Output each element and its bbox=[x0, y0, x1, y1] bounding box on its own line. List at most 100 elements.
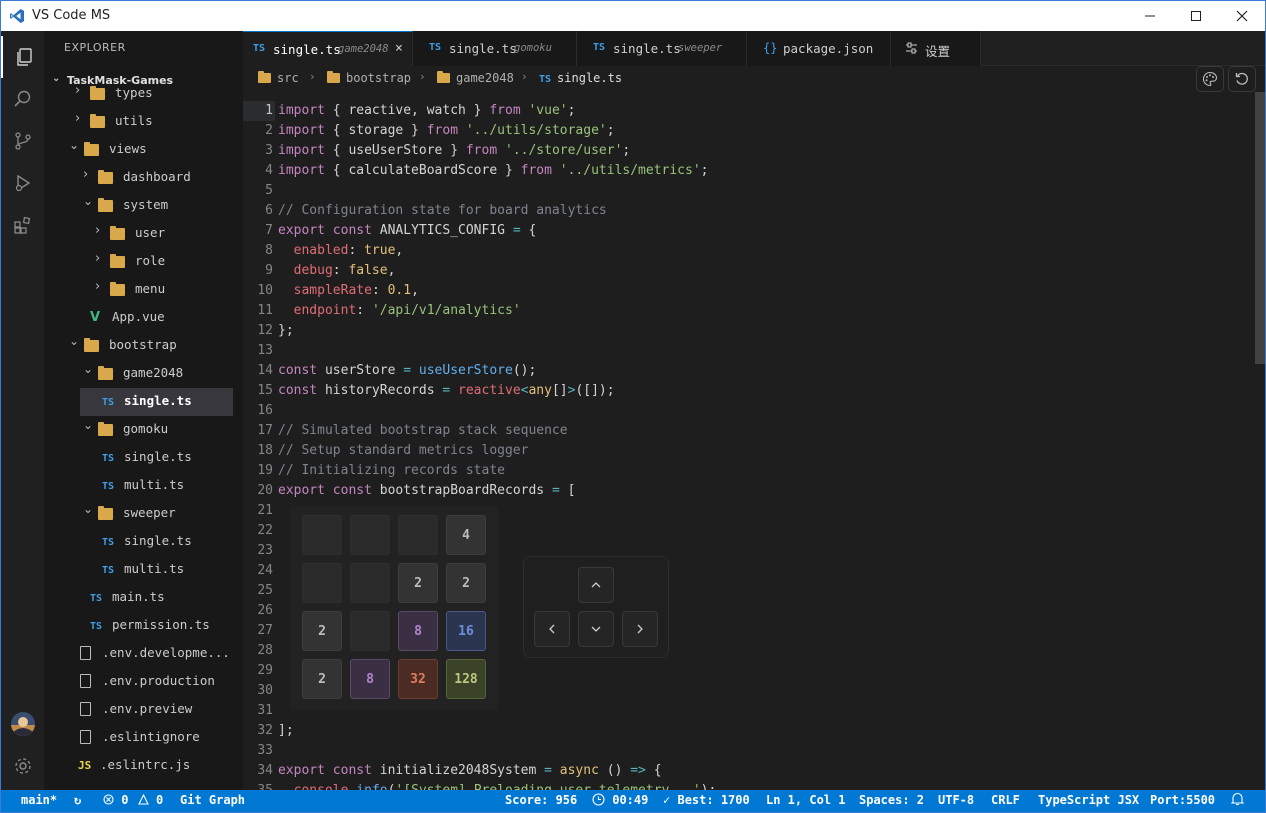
folder-item[interactable]: › utils bbox=[44, 108, 243, 134]
folder-item[interactable]: › types bbox=[44, 80, 243, 106]
tab-description: game2048 bbox=[338, 43, 389, 55]
eol-indicator[interactable]: CRLF bbox=[991, 793, 1020, 807]
file-type-icon bbox=[80, 646, 91, 664]
encoding-indicator[interactable]: UTF-8 bbox=[938, 793, 974, 807]
source-control-button[interactable] bbox=[1, 120, 44, 162]
line-number: 26 bbox=[257, 603, 273, 618]
folder-item[interactable]: › user bbox=[44, 220, 243, 246]
branch-indicator[interactable]: main* bbox=[21, 793, 57, 807]
code-line: import { useUserStore } from '../store/u… bbox=[278, 143, 631, 158]
file-item[interactable]: .env.production bbox=[44, 668, 243, 694]
game2048-board[interactable]: 4 2 2 2 8 16 2 8 32 128 bbox=[290, 506, 498, 711]
tab-package-json[interactable]: {} package.json bbox=[747, 31, 891, 66]
close-icon[interactable]: × bbox=[395, 41, 403, 56]
breadcrumb-item-game2048[interactable]: game2048 bbox=[437, 71, 514, 85]
tab-single-ts-gomoku[interactable]: TS single.ts gomoku bbox=[413, 31, 577, 66]
line-number: 32 bbox=[257, 723, 273, 738]
file-item[interactable]: TS multi.ts bbox=[44, 472, 243, 498]
close-window-button[interactable] bbox=[1219, 1, 1265, 31]
title-bar: VS Code MS bbox=[1, 1, 1265, 31]
file-item[interactable]: V App.vue bbox=[44, 304, 243, 330]
breadcrumb-item-bootstrap[interactable]: bootstrap bbox=[327, 71, 411, 85]
folder-icon bbox=[90, 86, 105, 104]
move-down-button[interactable] bbox=[578, 611, 614, 647]
tab-settings[interactable]: 设置 bbox=[891, 31, 981, 66]
file-item[interactable]: TS single.ts bbox=[44, 528, 243, 554]
line-number: 34 bbox=[257, 763, 273, 778]
cursor-position[interactable]: Ln 1, Col 1 bbox=[766, 793, 845, 807]
file-item[interactable]: .env.preview bbox=[44, 696, 243, 722]
tree-item-label: utils bbox=[115, 113, 153, 128]
live-server-port[interactable]: Port:5500 bbox=[1150, 793, 1215, 807]
file-item[interactable]: TS single.ts bbox=[44, 388, 243, 416]
file-item[interactable]: .eslintignore bbox=[44, 724, 243, 750]
typescript-file-icon: TS bbox=[102, 397, 115, 408]
folder-item[interactable]: › role bbox=[44, 248, 243, 274]
typescript-file-icon: TS bbox=[429, 42, 442, 53]
notifications-bell-icon[interactable] bbox=[1230, 792, 1245, 809]
move-left-button[interactable] bbox=[534, 611, 570, 647]
file-item[interactable]: TS multi.ts bbox=[44, 556, 243, 582]
settings-button[interactable] bbox=[1, 745, 44, 787]
folder-icon bbox=[98, 170, 113, 188]
move-right-button[interactable] bbox=[622, 611, 658, 647]
folder-item[interactable]: › menu bbox=[44, 276, 243, 302]
file-item[interactable]: TS single.ts bbox=[44, 444, 243, 470]
game-tile-empty bbox=[350, 563, 390, 603]
tree-item-label: multi.ts bbox=[124, 477, 185, 492]
language-mode[interactable]: TypeScript JSX bbox=[1038, 793, 1139, 807]
folder-item[interactable]: ⌄ system bbox=[44, 192, 243, 218]
tab-single-ts-sweeper[interactable]: TS single.ts sweeper bbox=[577, 31, 747, 66]
tree-item-label: .eslintrc.js bbox=[100, 757, 191, 772]
code-line: import { reactive, watch } from 'vue'; bbox=[278, 103, 576, 118]
code-line: export const initialize2048System = asyn… bbox=[278, 763, 662, 778]
file-item[interactable]: .env.developme... bbox=[44, 640, 243, 666]
arrow-down-icon bbox=[591, 626, 601, 632]
folder-item[interactable]: ⌄ gomoku bbox=[44, 416, 243, 442]
folder-item[interactable]: ⌄ views bbox=[44, 136, 243, 162]
revert-button[interactable] bbox=[1228, 66, 1256, 92]
folder-icon bbox=[98, 422, 113, 440]
line-number: 1 bbox=[265, 103, 273, 118]
folder-item[interactable]: › dashboard bbox=[44, 164, 243, 190]
tab-single-ts-game2048[interactable]: TS single.ts game2048 × bbox=[243, 31, 413, 66]
search-button[interactable] bbox=[1, 78, 44, 120]
minimize-button[interactable] bbox=[1127, 1, 1173, 31]
file-item[interactable]: TS permission.ts bbox=[44, 612, 243, 638]
indentation-indicator[interactable]: Spaces: 2 bbox=[859, 793, 924, 807]
run-debug-button[interactable] bbox=[1, 162, 44, 204]
folder-item[interactable]: ⌄ bootstrap bbox=[44, 332, 243, 358]
breadcrumb-item-single-ts[interactable]: TS single.ts bbox=[539, 71, 622, 85]
theme-palette-button[interactable] bbox=[1196, 66, 1224, 92]
check-icon: ✓ bbox=[663, 793, 671, 807]
account-button[interactable] bbox=[1, 703, 44, 745]
problems-indicator[interactable]: 0 0 bbox=[103, 793, 163, 807]
explorer-button[interactable] bbox=[1, 36, 44, 78]
code-line: // Configuration state for board analyti… bbox=[278, 203, 607, 218]
arrow-left-icon bbox=[549, 624, 555, 634]
git-graph-button[interactable]: Git Graph bbox=[180, 793, 245, 807]
chevron-right-icon: › bbox=[95, 223, 101, 238]
breadcrumb-item-src[interactable]: src bbox=[258, 71, 299, 85]
tab-label: single.ts bbox=[449, 41, 517, 56]
vue-file-icon: V bbox=[90, 310, 101, 325]
move-up-button[interactable] bbox=[578, 567, 614, 603]
file-item[interactable]: JS .eslintrc.js bbox=[44, 752, 243, 778]
folder-item[interactable]: ⌄ sweeper bbox=[44, 500, 243, 526]
file-type-icon bbox=[80, 674, 91, 692]
folder-item[interactable]: ⌄ game2048 bbox=[44, 360, 243, 386]
file-item[interactable]: TS main.ts bbox=[44, 584, 243, 610]
game-tile: 128 bbox=[446, 659, 486, 699]
line-number: 33 bbox=[257, 743, 273, 758]
tree-item-label: single.ts bbox=[124, 533, 192, 548]
line-number: 23 bbox=[257, 543, 273, 558]
extensions-button[interactable] bbox=[1, 204, 44, 246]
chevron-down-icon: ⌄ bbox=[69, 138, 80, 152]
typescript-file-icon: TS bbox=[102, 537, 115, 548]
best-score-indicator: ✓ Best: 1700 bbox=[663, 793, 750, 807]
maximize-button[interactable] bbox=[1173, 1, 1219, 31]
editor-scrollbar[interactable] bbox=[1255, 92, 1265, 364]
game-tile-empty bbox=[302, 515, 342, 555]
tree-item-label: .env.developme... bbox=[102, 645, 230, 660]
sync-icon[interactable]: ↻ bbox=[74, 793, 81, 807]
